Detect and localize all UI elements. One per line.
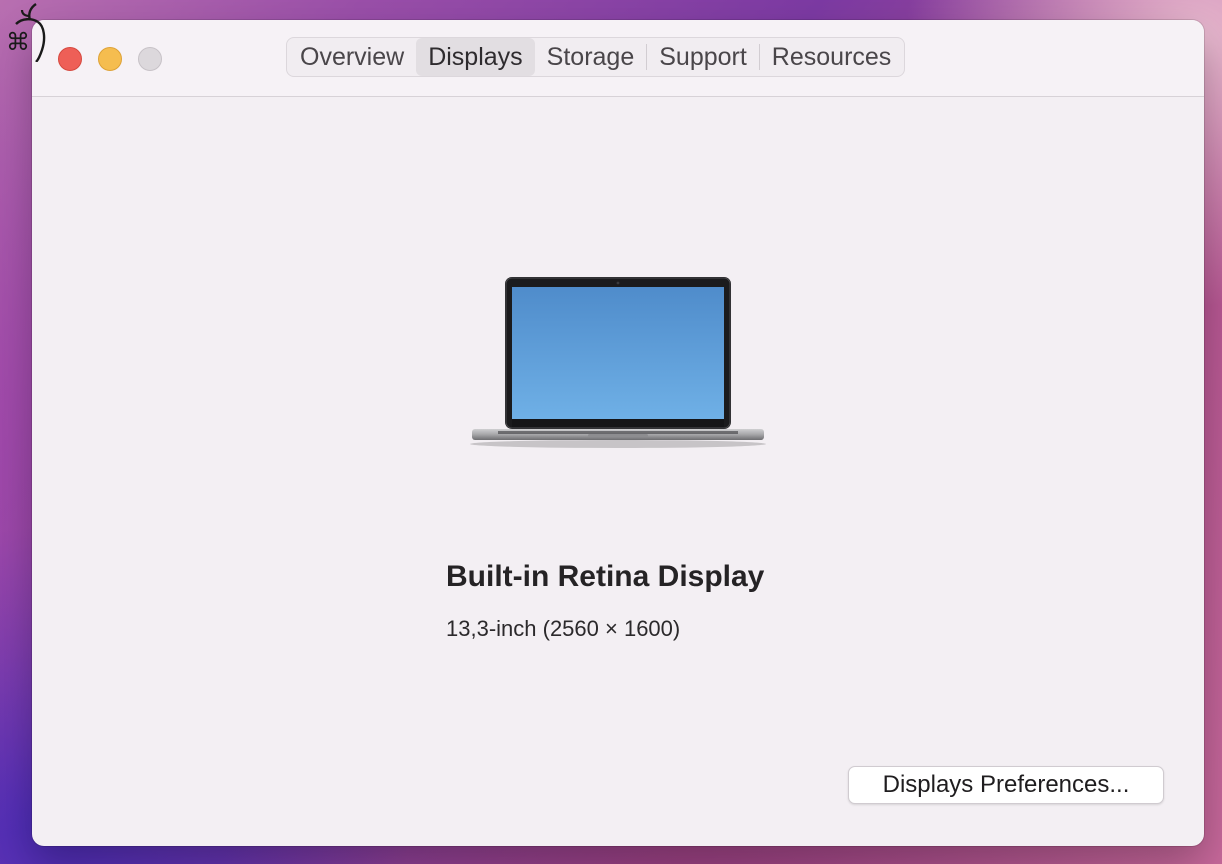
- tab-support[interactable]: Support: [647, 38, 759, 76]
- keyboard-shortcut-app-icon: ⌘: [6, 3, 46, 62]
- display-name: Built-in Retina Display: [446, 560, 765, 593]
- display-spec: 13,3-inch (2560 × 1600): [446, 616, 681, 641]
- window-titlebar: Overview Displays Storage Support Resour…: [32, 20, 1204, 97]
- close-button[interactable]: [58, 47, 82, 71]
- tab-bar: Overview Displays Storage Support Resour…: [286, 37, 906, 77]
- displays-preferences-button[interactable]: Displays Preferences...: [848, 766, 1164, 804]
- svg-text:⌘: ⌘: [6, 28, 30, 56]
- zoom-button[interactable]: [138, 47, 162, 71]
- minimize-button[interactable]: [98, 47, 122, 71]
- laptop-icon: [470, 277, 766, 448]
- tab-storage[interactable]: Storage: [535, 38, 647, 76]
- tab-resources[interactable]: Resources: [760, 38, 904, 76]
- tab-overview[interactable]: Overview: [288, 38, 416, 76]
- tab-displays[interactable]: Displays: [416, 38, 535, 76]
- about-this-mac-window: Overview Displays Storage Support Resour…: [32, 20, 1204, 846]
